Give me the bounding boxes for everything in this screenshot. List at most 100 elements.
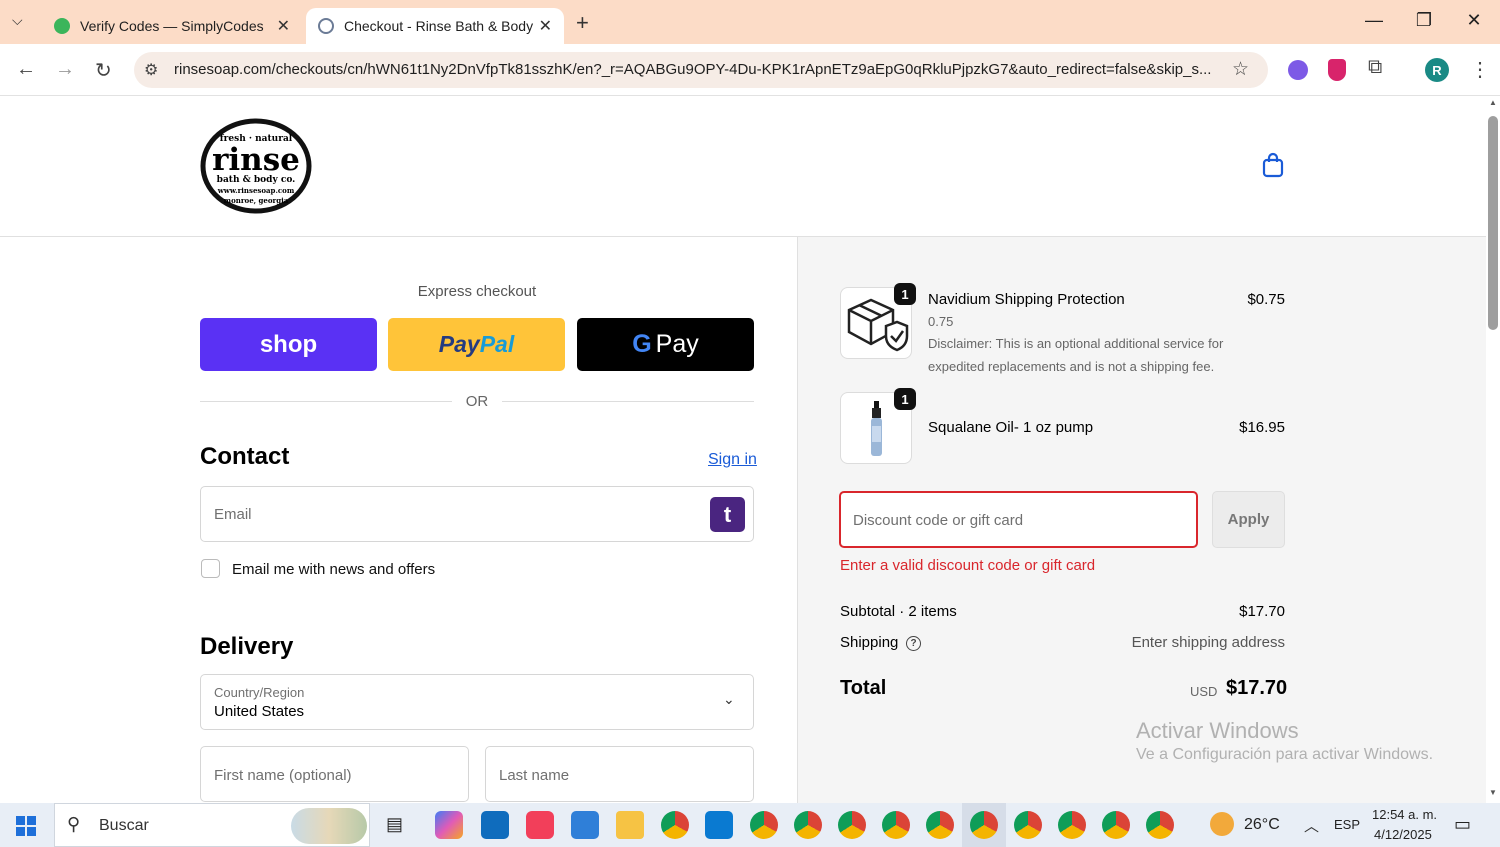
chrome-profile-r-icon[interactable] (970, 811, 998, 839)
apply-button[interactable]: Apply (1212, 491, 1285, 548)
tab-search-chevron-icon[interactable]: ⌵ (12, 12, 23, 29)
back-arrow-icon[interactable]: ← (16, 58, 36, 81)
last-name-placeholder: Last name (499, 767, 570, 784)
simplycodes-favicon-icon (54, 18, 70, 34)
scroll-down-arrow-icon[interactable]: ▼ (1489, 788, 1497, 797)
taskbar-search-box[interactable]: ⚲ Buscar (54, 803, 370, 847)
contact-heading: Contact (200, 443, 290, 470)
tray-chevron-up-icon[interactable]: ︿ (1304, 815, 1319, 836)
svg-text:monroe, georgia: monroe, georgia (224, 196, 289, 205)
menu-kebab-icon[interactable]: ⋮ (1470, 57, 1490, 82)
windows-activation-subtitle: Ve a Configuración para activar Windows. (1136, 746, 1434, 763)
tab-simplycodes[interactable]: Verify Codes — SimplyCodes ✕ (42, 8, 302, 44)
svg-text:www.rinsesoap.com: www.rinsesoap.com (217, 186, 295, 195)
copilot-app-icon[interactable] (435, 811, 463, 839)
chrome-profile-r2-icon[interactable] (1146, 811, 1174, 839)
scrollbar-thumb[interactable] (1488, 116, 1498, 330)
notification-icon[interactable]: ▭ (1454, 814, 1471, 835)
total-label: Total (840, 677, 887, 699)
apply-label: Apply (1227, 511, 1270, 528)
weather-moon-icon[interactable] (1210, 812, 1234, 836)
shipping-help-icon[interactable]: ? (906, 636, 921, 651)
chrome-app-icon[interactable] (661, 811, 689, 839)
first-name-field[interactable]: First name (optional) (200, 746, 469, 802)
language-indicator[interactable]: ESP (1334, 817, 1360, 832)
search-label: Buscar (99, 817, 149, 834)
checkout-page: fresh · natural rinse bath & body co. ww… (0, 96, 1486, 803)
express-checkout-label: Express checkout (417, 283, 537, 300)
forward-arrow-icon[interactable]: → (55, 58, 75, 81)
cart-bag-icon[interactable] (1262, 152, 1284, 183)
reload-icon[interactable]: ↻ (95, 58, 112, 83)
chrome-profile-d-icon[interactable] (1102, 811, 1130, 839)
url-text: rinsesoap.com/checkouts/cn/hWN61t1Ny2DnV… (174, 61, 1212, 78)
bookmark-star-icon[interactable]: ☆ (1232, 58, 1249, 81)
total-currency: USD (1190, 684, 1218, 699)
weather-temperature[interactable]: 26°C (1244, 816, 1280, 834)
google-pay-button[interactable]: G Pay (577, 318, 754, 371)
chrome-profile-e-icon[interactable] (926, 811, 954, 839)
country-label: Country/Region (214, 685, 305, 700)
delivery-heading: Delivery (200, 633, 294, 660)
svg-text:rinse: rinse (212, 142, 300, 178)
svg-text:bath & body co.: bath & body co. (217, 175, 296, 185)
extension-copilot-icon[interactable] (1288, 60, 1308, 80)
outlook-app-icon[interactable] (481, 811, 509, 839)
quantity-badge: 1 (894, 283, 916, 305)
or-label: OR (465, 393, 489, 410)
music-app-icon[interactable] (526, 811, 554, 839)
chrome-profile-s-icon[interactable] (750, 811, 778, 839)
clock-date[interactable]: 4/12/2025 (1374, 827, 1432, 842)
country-value: United States (214, 703, 305, 720)
tab-title: Checkout - Rinse Bath & Body (344, 18, 534, 34)
country-select[interactable]: Country/Region United States ⌄ (200, 674, 754, 730)
tapcart-t-icon[interactable]: t (710, 497, 745, 532)
chrome-profile-m-icon[interactable] (882, 811, 910, 839)
close-window-icon[interactable]: ✕ (1454, 10, 1494, 31)
tab-strip: ⌵ Verify Codes — SimplyCodes ✕ Checkout … (0, 0, 1500, 44)
tab-close-icon[interactable]: ✕ (277, 16, 290, 36)
item-price: $16.95 (1239, 419, 1285, 436)
windows-activation-title: Activar Windows (1136, 718, 1299, 743)
site-info-icon[interactable]: ⚙ (144, 60, 158, 80)
chrome-profile-i-icon[interactable] (1014, 811, 1042, 839)
address-bar[interactable]: ⚙ rinsesoap.com/checkouts/cn/hWN61t1Ny2D… (134, 52, 1268, 88)
scroll-up-arrow-icon[interactable]: ▲ (1489, 98, 1497, 107)
extensions-puzzle-icon[interactable]: ⧉ (1368, 56, 1382, 79)
extension-shield-icon[interactable] (1328, 59, 1346, 81)
vscode-app-icon[interactable] (705, 811, 733, 839)
email-field[interactable]: Email t (200, 486, 754, 542)
globe-favicon-icon (318, 18, 334, 34)
shop-pay-button[interactable]: shop (200, 318, 377, 371)
google-pay-label: Pay (655, 330, 699, 358)
chevron-down-icon: ⌄ (723, 691, 735, 707)
email-news-checkbox[interactable] (201, 559, 220, 578)
google-g-icon: G (632, 330, 652, 358)
profile-avatar[interactable]: R (1425, 58, 1449, 82)
clock-time[interactable]: 12:54 a. m. (1372, 807, 1437, 822)
store-app-icon[interactable] (571, 811, 599, 839)
email-placeholder: Email (214, 506, 252, 523)
paypal-button[interactable]: Pay Pal (388, 318, 565, 371)
tab-checkout[interactable]: Checkout - Rinse Bath & Body ✕ (306, 8, 564, 44)
chrome-profile-n-icon[interactable] (794, 811, 822, 839)
last-name-field[interactable]: Last name (485, 746, 754, 802)
page-scrollbar[interactable]: ▲ ▼ (1486, 96, 1500, 803)
file-explorer-icon[interactable] (616, 811, 644, 839)
discount-error-message: Enter a valid discount code or gift card (840, 557, 1096, 574)
email-news-label: Email me with news and offers (232, 561, 436, 578)
tab-close-icon[interactable]: ✕ (539, 16, 552, 36)
sign-in-link[interactable]: Sign in (708, 451, 757, 469)
discount-code-field[interactable]: Discount code or gift card (839, 491, 1198, 548)
task-view-icon[interactable]: ▤ (386, 814, 403, 835)
chrome-profile-c-icon[interactable] (838, 811, 866, 839)
paypal-label-pal: Pal (479, 331, 515, 357)
subtotal-value: $17.70 (1239, 603, 1285, 620)
rinse-logo[interactable]: fresh · natural rinse bath & body co. ww… (200, 118, 312, 214)
new-tab-plus-icon[interactable]: + (576, 10, 589, 36)
restore-icon[interactable]: ❐ (1404, 10, 1444, 31)
item-name: Navidium Shipping Protection (928, 291, 1125, 308)
minimize-icon[interactable]: — (1354, 10, 1394, 31)
chrome-profile-s2-icon[interactable] (1058, 811, 1086, 839)
windows-start-icon[interactable] (16, 816, 36, 836)
